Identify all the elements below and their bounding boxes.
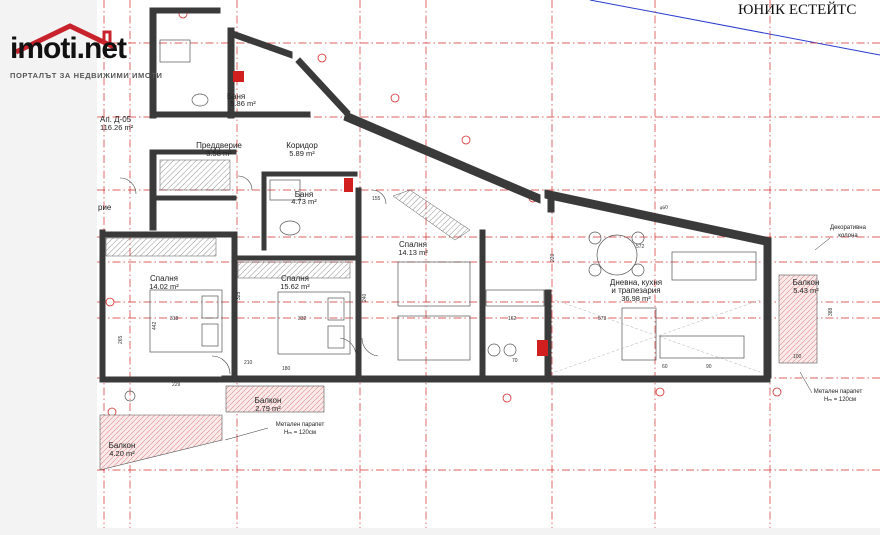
parapet-note-a-h: Hₘ = 120см [284, 430, 316, 436]
dim-162: 162 [508, 316, 517, 322]
dim-60: 60 [662, 364, 668, 370]
dim-573: 573 [598, 316, 607, 322]
dim-210: 210 [244, 360, 253, 366]
dim-229: 229 [172, 382, 181, 388]
room-area-living: 36.98 m² [621, 294, 651, 303]
dim-325: 325 [236, 291, 242, 300]
room-area-bed3: 14.13 m² [398, 248, 428, 257]
parapet-note-b: Метален парапет [814, 389, 863, 395]
room-area-hall: 3.58 m² [206, 149, 232, 158]
dim-100: 100 [793, 354, 802, 360]
room-name-left-cut: рие [98, 203, 112, 212]
dimension-labels: 318 332 442 229 573 388 162 100 240 220 … [118, 196, 834, 388]
dim-90: 90 [706, 364, 712, 370]
dim-70: 70 [512, 358, 518, 364]
column-leader [814, 237, 831, 251]
room-area-bed2: 15.62 m² [280, 282, 310, 291]
dim-572: 572 [636, 244, 645, 250]
room-area-bed1: 14.02 m² [149, 282, 179, 291]
dim-318: 318 [170, 316, 179, 322]
logo-tagline: ПОРТАЛЪТ ЗА НЕДВИЖИМИ ИМОТИ [10, 71, 163, 80]
parapet-note-a: Метален парапет [276, 422, 325, 428]
dim-265: 265 [118, 335, 124, 344]
walls [99, 7, 772, 383]
room-area-balcony3: 4.20 m² [109, 449, 135, 458]
parapet-note-b-h: Hₘ = 120см [824, 397, 856, 403]
column-note-line1: Декоративна [830, 225, 867, 231]
parapet-leader-a [224, 427, 269, 441]
dim-442: 442 [152, 321, 158, 330]
dim-460: 460 [659, 204, 669, 212]
room-area-balcony1: 5.43 m² [793, 286, 819, 295]
room-area-corridor: 5.89 m² [289, 149, 315, 158]
agency-name: ЮНИК ЕСТЕЙТС [738, 2, 857, 18]
dim-180: 180 [282, 366, 291, 372]
parapet-leader-b [799, 371, 813, 394]
axis-grid [97, 0, 880, 528]
column-note-line2: колона [838, 233, 858, 239]
logo-text: imoti.net [10, 32, 127, 65]
dim-155: 155 [372, 196, 381, 202]
dim-388: 388 [828, 307, 834, 316]
room-area-bath1: 5.86 m² [230, 99, 256, 108]
dim-240: 240 [362, 293, 368, 302]
dim-332: 332 [298, 316, 307, 322]
dim-220: 220 [550, 253, 556, 262]
apartment-area: 116.26 m² [100, 123, 134, 132]
room-area-balcony2: 2.79 m² [255, 404, 281, 413]
room-area-bath2: 4.73 m² [291, 197, 317, 206]
